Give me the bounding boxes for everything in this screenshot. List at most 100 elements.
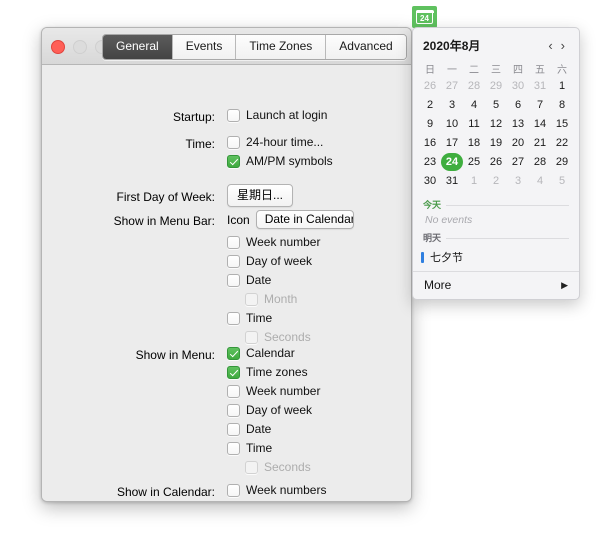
day-header: 五 xyxy=(535,64,545,76)
calendar-day[interactable]: 20 xyxy=(507,134,529,152)
calendar-day[interactable]: 31 xyxy=(529,77,551,95)
calendar-day[interactable]: 4 xyxy=(463,96,485,114)
checkbox-menubar-day-of-week[interactable]: Day of week xyxy=(227,254,354,268)
traffic-lights xyxy=(51,40,109,54)
calendar-day[interactable]: 21 xyxy=(529,134,551,152)
checkbox-calendar-week-numbers[interactable]: Week numbers xyxy=(227,483,375,497)
preferences-body: Startup: Launch at login Time: 24-hour t… xyxy=(42,65,411,501)
calendar-day[interactable]: 15 xyxy=(551,115,573,133)
calendar-day[interactable]: 29 xyxy=(485,77,507,95)
tab-general[interactable]: General xyxy=(103,35,173,59)
window-titlebar: General Events Time Zones Advanced xyxy=(42,28,411,65)
checkbox-box-icon xyxy=(227,422,240,436)
calendar-day[interactable]: 27 xyxy=(441,77,463,95)
checkbox-menubar-week-number[interactable]: Week number xyxy=(227,235,354,249)
calendar-day[interactable]: 28 xyxy=(529,153,551,171)
checkbox-box-checked-icon xyxy=(227,154,240,168)
checkbox-menu-day-of-week[interactable]: Day of week xyxy=(227,403,320,417)
calendar-day-today[interactable]: 24 xyxy=(441,153,463,171)
checkbox-box-icon xyxy=(227,384,240,398)
next-month-button[interactable]: › xyxy=(557,39,569,52)
calendar-day[interactable]: 18 xyxy=(463,134,485,152)
calendar-day[interactable]: 3 xyxy=(441,96,463,114)
checkbox-menubar-month[interactable]: Month xyxy=(245,292,354,306)
checkbox-menu-seconds[interactable]: Seconds xyxy=(245,460,320,474)
checkbox-menu-calendar[interactable]: Calendar xyxy=(227,346,320,360)
checkbox-menu-time-zones[interactable]: Time zones xyxy=(227,365,320,379)
calendar-day[interactable]: 17 xyxy=(441,134,463,152)
calendar-month-title: 2020年8月 xyxy=(423,39,481,53)
calendar-day[interactable]: 8 xyxy=(551,96,573,114)
checkbox-menu-date[interactable]: Date xyxy=(227,422,320,436)
calendar-day[interactable]: 25 xyxy=(463,153,485,171)
checkbox-launch-at-login[interactable]: Launch at login xyxy=(227,108,327,122)
preferences-window: General Events Time Zones Advanced Start… xyxy=(41,27,412,502)
startup-label: Startup: xyxy=(172,110,215,124)
checkbox-box-icon xyxy=(227,311,240,325)
more-menu-item[interactable]: More ▶ xyxy=(413,271,579,299)
calendar-day[interactable]: 16 xyxy=(419,134,441,152)
calendar-day[interactable]: 2 xyxy=(485,172,507,190)
calendar-day[interactable]: 27 xyxy=(507,153,529,171)
calendar-day[interactable]: 11 xyxy=(463,115,485,133)
chevron-right-icon: ▶ xyxy=(561,279,568,290)
calendar-day[interactable]: 1 xyxy=(551,77,573,95)
checkbox-ampm-symbols[interactable]: AM/PM symbols xyxy=(227,154,333,168)
first-day-of-week-button[interactable]: 星期日... xyxy=(227,184,294,207)
calendar-day-headers: 日 一 二 三 四 五 六 xyxy=(419,60,573,77)
checkbox-menubar-seconds[interactable]: Seconds xyxy=(245,330,354,344)
menubar-day-number: 24 xyxy=(420,13,429,23)
calendar-day[interactable]: 10 xyxy=(441,115,463,133)
checkbox-menu-week-number[interactable]: Week number xyxy=(227,384,320,398)
checkbox-box-icon xyxy=(245,330,258,344)
tab-events[interactable]: Events xyxy=(172,35,237,59)
calendar-day[interactable]: 14 xyxy=(529,115,551,133)
show-in-menu-bar-options: Icon Date in Calendar ▲▼ Week number Day… xyxy=(227,210,354,349)
day-header: 三 xyxy=(491,64,501,76)
calendar-day[interactable]: 31 xyxy=(441,172,463,190)
event-list-item[interactable]: 七夕节 xyxy=(413,246,579,271)
calendar-popover: 2020年8月 ‹ › 日 一 二 三 四 五 六 26 27 28 29 30… xyxy=(412,27,580,300)
tab-time-zones[interactable]: Time Zones xyxy=(236,35,327,59)
time-label: Time: xyxy=(185,137,215,151)
checkbox-24-hour-time[interactable]: 24-hour time... xyxy=(227,135,333,149)
calendar-day[interactable]: 3 xyxy=(507,172,529,190)
calendar-day[interactable]: 29 xyxy=(551,153,573,171)
menubar-calendar-icon[interactable]: 24 xyxy=(412,6,437,28)
close-button[interactable] xyxy=(51,40,65,54)
divider xyxy=(446,205,569,206)
calendar-day[interactable]: 22 xyxy=(551,134,573,152)
calendar-day[interactable]: 9 xyxy=(419,115,441,133)
divider xyxy=(446,238,569,239)
calendar-day[interactable]: 23 xyxy=(419,153,441,171)
calendar-day[interactable]: 1 xyxy=(463,172,485,190)
calendar-day[interactable]: 19 xyxy=(485,134,507,152)
calendar-day[interactable]: 13 xyxy=(507,115,529,133)
prev-month-button[interactable]: ‹ xyxy=(544,39,556,52)
minimize-button[interactable] xyxy=(73,40,87,54)
calendar-day[interactable]: 4 xyxy=(529,172,551,190)
calendar-day[interactable]: 30 xyxy=(507,77,529,95)
checkbox-box-checked-icon xyxy=(227,365,240,379)
calendar-day[interactable]: 5 xyxy=(485,96,507,114)
calendar-day[interactable]: 2 xyxy=(419,96,441,114)
checkbox-box-icon xyxy=(245,292,258,306)
menu-bar-icon-select[interactable]: Date in Calendar ▲▼ xyxy=(255,210,354,229)
checkbox-menu-time[interactable]: Time xyxy=(227,441,320,455)
checkbox-menubar-time[interactable]: Time xyxy=(227,311,354,325)
calendar-day[interactable]: 7 xyxy=(529,96,551,114)
calendar-day[interactable]: 28 xyxy=(463,77,485,95)
checkbox-menubar-date[interactable]: Date xyxy=(227,273,354,287)
first-day-of-week-control: 星期日... xyxy=(227,184,294,207)
calendar-day[interactable]: 26 xyxy=(485,153,507,171)
calendar-day[interactable]: 26 xyxy=(419,77,441,95)
tab-advanced[interactable]: Advanced xyxy=(326,35,406,59)
first-day-of-week-label: First Day of Week: xyxy=(116,190,215,204)
calendar-day[interactable]: 12 xyxy=(485,115,507,133)
calendar-day[interactable]: 5 xyxy=(551,172,573,190)
calendar-week-row: 26 27 28 29 30 31 1 xyxy=(419,77,573,96)
calendar-day[interactable]: 30 xyxy=(419,172,441,190)
startup-options: Launch at login xyxy=(227,108,327,127)
calendar-day[interactable]: 6 xyxy=(507,96,529,114)
checkbox-box-icon xyxy=(227,403,240,417)
